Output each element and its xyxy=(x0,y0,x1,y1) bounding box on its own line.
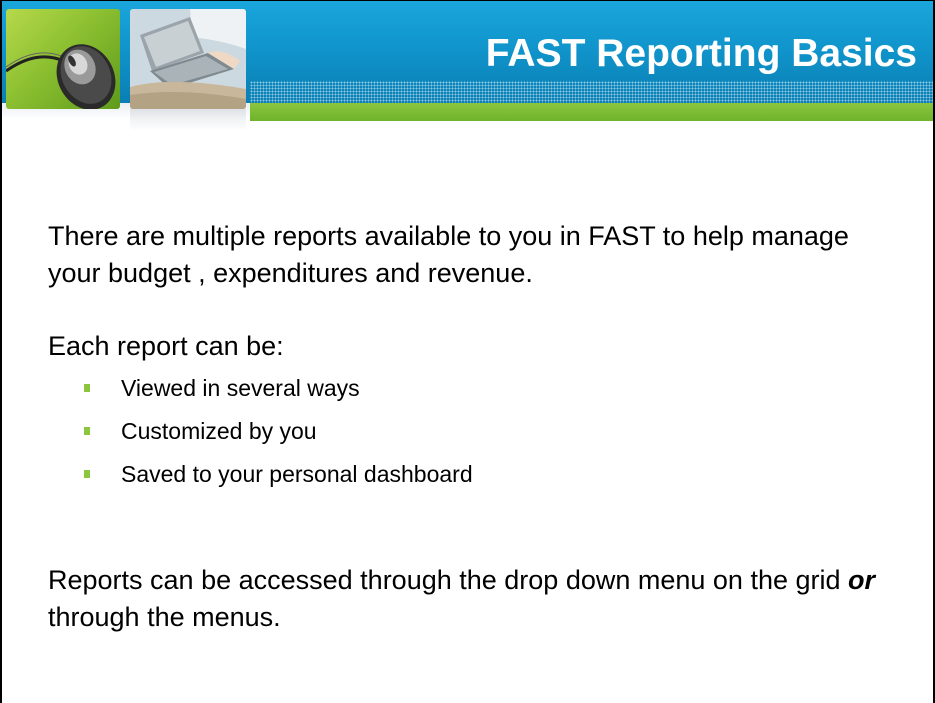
bullet-square-icon xyxy=(84,470,90,478)
bullet-square-icon xyxy=(84,427,90,435)
header-dot-pattern xyxy=(250,81,933,103)
slide: FAST Reporting Basics There are multiple… xyxy=(0,0,935,703)
list-item: Saved to your personal dashboard xyxy=(84,453,473,496)
bullet-list: Viewed in several ways Customized by you… xyxy=(84,367,473,496)
lead-paragraph: Each report can be: xyxy=(48,331,284,361)
laptop-icon xyxy=(130,9,246,109)
bullet-text: Customized by you xyxy=(121,418,317,444)
bullet-text: Saved to your personal dashboard xyxy=(121,461,473,487)
closing-paragraph: Reports can be accessed through the drop… xyxy=(48,562,908,636)
list-item: Customized by you xyxy=(84,410,473,453)
closing-text-after: through the menus. xyxy=(48,602,281,632)
bullet-text: Viewed in several ways xyxy=(121,375,360,401)
closing-emphasis: or xyxy=(848,565,876,595)
computer-mouse-photo xyxy=(6,9,120,109)
header-green-accent-bar xyxy=(250,103,933,121)
list-item: Viewed in several ways xyxy=(84,367,473,410)
laptop-on-lap-photo xyxy=(130,9,246,109)
intro-paragraph: There are multiple reports available to … xyxy=(48,221,849,288)
bullet-square-icon xyxy=(84,384,90,392)
photo-shadow xyxy=(130,109,246,131)
closing-text-before: Reports can be accessed through the drop… xyxy=(48,565,849,595)
slide-title: FAST Reporting Basics xyxy=(485,32,917,75)
mouse-icon xyxy=(6,44,116,109)
